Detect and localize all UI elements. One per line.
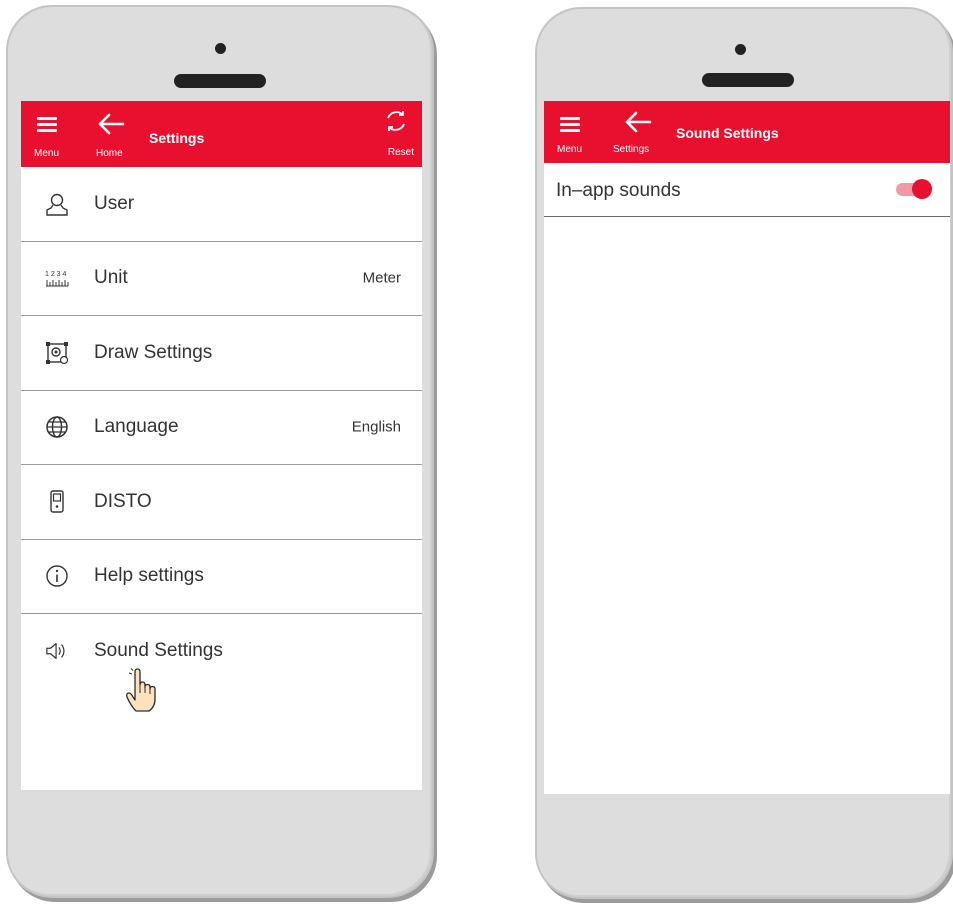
settings-item-label: Language [94,416,179,438]
hamburger-menu-icon[interactable] [560,117,580,132]
settings-item-label: Draw Settings [94,341,213,363]
settings-item-label: DISTO [94,490,152,512]
in-app-sounds-row: In–app sounds [544,163,950,217]
sound-settings-screen: Menu Settings Sound Settings In–app soun… [544,101,950,794]
back-arrow-icon[interactable] [623,109,653,135]
reset-icon[interactable] [384,109,408,133]
hand-pointer-icon [126,668,156,712]
language-value: English [351,418,401,436]
page-title: Sound Settings [676,125,779,141]
settings-item-label: Help settings [94,565,204,587]
back-arrow-icon[interactable] [96,111,126,137]
disto-device-icon [45,490,69,514]
settings-item-sound[interactable]: Sound Settings [21,614,422,689]
settings-item-label: Sound Settings [94,640,223,662]
earpiece-speaker [702,73,794,87]
reset-label[interactable]: Reset [388,147,414,158]
hamburger-menu-icon[interactable] [37,117,57,132]
front-camera [735,44,746,55]
settings-item-disto[interactable]: DISTO [21,465,422,540]
home-label[interactable]: Home [96,148,123,159]
phone-frame-left: Menu Home Settings Reset User 1 2 3 4 Un… [6,5,434,898]
info-icon [45,564,69,588]
user-icon [45,192,69,216]
earpiece-speaker [174,74,266,88]
ruler-icon-digits: 1 2 3 4 [45,271,67,278]
settings-list: User 1 2 3 4 Unit Meter Draw Settings La… [21,167,422,689]
unit-value: Meter [362,269,401,287]
settings-item-unit[interactable]: 1 2 3 4 Unit Meter [21,242,422,316]
in-app-sounds-toggle[interactable] [892,179,932,199]
speaker-icon [45,639,69,663]
ruler-icon: 1 2 3 4 [45,266,69,290]
globe-icon [45,415,69,439]
top-app-bar: Menu Settings Sound Settings [544,101,950,163]
top-app-bar: Menu Home Settings Reset [21,101,422,167]
draw-settings-icon [45,341,69,365]
settings-item-language[interactable]: Language English [21,391,422,465]
settings-item-user[interactable]: User [21,167,422,242]
menu-label[interactable]: Menu [34,148,59,159]
in-app-sounds-label: In–app sounds [556,180,681,201]
menu-label[interactable]: Menu [557,144,582,155]
settings-screen: Menu Home Settings Reset User 1 2 3 4 Un… [21,101,422,790]
page-title: Settings [149,130,205,146]
settings-item-draw-settings[interactable]: Draw Settings [21,316,422,391]
phone-frame-right: Menu Settings Sound Settings In–app soun… [535,7,953,899]
front-camera [215,43,226,54]
settings-item-label: User [94,192,135,214]
toggle-knob [912,179,932,199]
settings-item-label: Unit [94,267,128,289]
back-to-settings-label[interactable]: Settings [613,144,649,155]
settings-item-help[interactable]: Help settings [21,540,422,614]
